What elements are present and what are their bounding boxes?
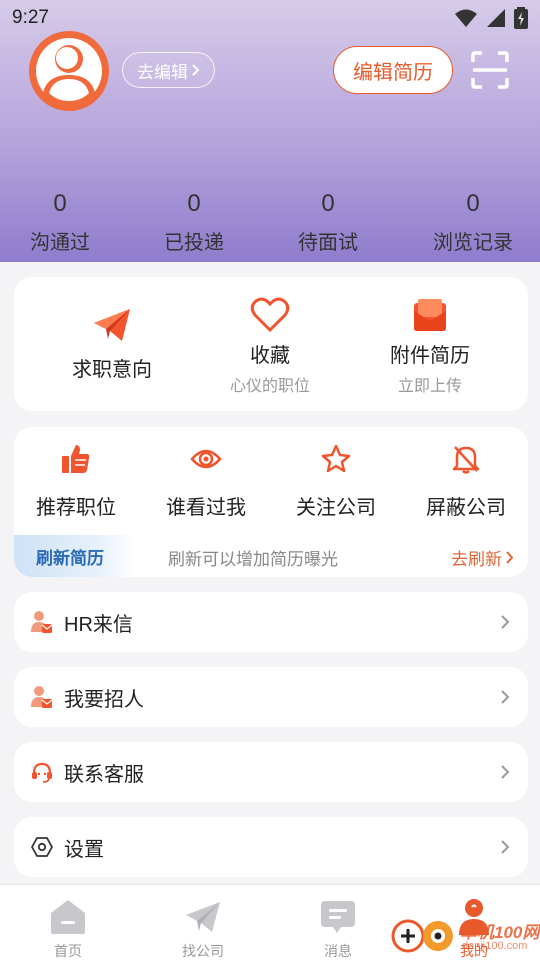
stat-value: 0 bbox=[466, 190, 480, 217]
who-viewed-me-button[interactable]: 谁看过我 bbox=[142, 441, 270, 520]
tab-messages[interactable]: 消息 bbox=[288, 897, 388, 960]
menu-label: 联系客服 bbox=[64, 763, 144, 786]
edit-profile-label: 去编辑 bbox=[137, 62, 188, 82]
refresh-description: 刷新可以增加简历曝光 bbox=[168, 550, 338, 569]
job-intent-button[interactable]: 求职意向 bbox=[62, 307, 162, 382]
stat-value: 0 bbox=[187, 190, 201, 217]
menu-customer-service[interactable]: 联系客服 bbox=[14, 742, 528, 802]
job-intent-label: 求职意向 bbox=[72, 359, 152, 381]
favorites-button[interactable]: 收藏 心仪的职位 bbox=[220, 297, 320, 396]
stat-label: 已投递 bbox=[164, 232, 224, 254]
person-mail-icon bbox=[31, 686, 53, 708]
menu-label: 设置 bbox=[64, 838, 104, 861]
headset-icon bbox=[32, 762, 52, 783]
eye-icon bbox=[190, 449, 222, 469]
watermark-url: danji100.com bbox=[462, 940, 528, 952]
chat-icon bbox=[321, 901, 355, 933]
recommended-jobs-button[interactable]: 推荐职位 bbox=[14, 441, 140, 520]
quick-actions-card: 求职意向 收藏 心仪的职位 附件简历 立即上传 bbox=[14, 277, 528, 411]
blocked-companies-button[interactable]: 屏蔽公司 bbox=[402, 441, 528, 520]
user-silhouette-icon bbox=[31, 33, 107, 109]
bell-off-icon bbox=[452, 446, 480, 474]
tab-find-company[interactable]: 找公司 bbox=[153, 897, 253, 960]
blocked-companies-label: 屏蔽公司 bbox=[426, 497, 506, 519]
stat-label: 浏览记录 bbox=[433, 232, 513, 254]
stat-label: 沟通过 bbox=[30, 232, 90, 254]
tools-card: 推荐职位 谁看过我 关注公司 屏蔽公司 刷新简历 刷新可以增加简历曝光 去刷新 bbox=[14, 427, 528, 577]
menu-label: HR来信 bbox=[64, 613, 133, 636]
tab-label: 消息 bbox=[324, 943, 352, 959]
attachment-resume-label: 附件简历 bbox=[390, 345, 470, 367]
hexagon-settings-icon bbox=[31, 837, 53, 857]
paper-plane-icon bbox=[186, 902, 220, 932]
refresh-resume-row[interactable]: 刷新简历 刷新可以增加简历曝光 去刷新 bbox=[14, 535, 528, 577]
paper-plane-icon bbox=[94, 309, 130, 341]
home-icon bbox=[51, 900, 85, 934]
stat-pending-interview[interactable]: 0 待面试 bbox=[268, 188, 388, 255]
stat-value: 0 bbox=[321, 190, 335, 217]
scan-icon[interactable] bbox=[470, 50, 510, 90]
favorites-label: 收藏 bbox=[250, 345, 290, 367]
recommended-jobs-label: 推荐职位 bbox=[36, 497, 116, 519]
avatar[interactable] bbox=[29, 31, 109, 111]
heart-icon bbox=[250, 297, 290, 333]
signal-icon bbox=[487, 9, 505, 27]
menu-settings[interactable]: 设置 bbox=[14, 817, 528, 877]
status-icons bbox=[454, 7, 528, 29]
edit-resume-button[interactable]: 编辑简历 bbox=[333, 46, 453, 94]
refresh-resume-tag: 刷新简历 bbox=[14, 535, 134, 577]
envelope-icon bbox=[414, 299, 446, 331]
tab-label: 找公司 bbox=[182, 943, 224, 959]
attachment-resume-button[interactable]: 附件简历 立即上传 bbox=[380, 297, 480, 396]
chevron-right-icon bbox=[501, 840, 510, 854]
refresh-action-label: 去刷新 bbox=[451, 550, 502, 569]
star-icon bbox=[321, 444, 351, 473]
who-viewed-me-label: 谁看过我 bbox=[166, 497, 246, 519]
stat-applied[interactable]: 0 已投递 bbox=[134, 188, 254, 255]
stat-communicated[interactable]: 0 沟通过 bbox=[0, 188, 120, 255]
menu-label: 我要招人 bbox=[64, 688, 144, 711]
chevron-right-icon bbox=[506, 551, 514, 564]
followed-companies-label: 关注公司 bbox=[296, 497, 376, 519]
stat-browse-history[interactable]: 0 浏览记录 bbox=[413, 188, 533, 255]
profile-header: 9:27 去编辑 编辑简历 0 沟通过 0 已投递 0 待面试 0 浏览记录 bbox=[0, 0, 540, 262]
wifi-icon bbox=[455, 9, 477, 27]
chevron-right-icon bbox=[501, 690, 510, 704]
chevron-right-icon bbox=[192, 64, 200, 76]
stat-value: 0 bbox=[53, 190, 67, 217]
person-mail-icon bbox=[31, 611, 53, 633]
battery-icon bbox=[514, 7, 528, 29]
followed-companies-button[interactable]: 关注公司 bbox=[272, 441, 400, 520]
status-bar: 9:27 bbox=[0, 0, 540, 36]
status-time: 9:27 bbox=[12, 7, 49, 28]
tab-home[interactable]: 首页 bbox=[18, 897, 118, 960]
stat-label: 待面试 bbox=[298, 232, 358, 254]
stats-row: 0 沟通过 0 已投递 0 待面试 0 浏览记录 bbox=[0, 188, 540, 258]
chevron-right-icon bbox=[501, 615, 510, 629]
refresh-action-link[interactable]: 去刷新 bbox=[451, 545, 514, 570]
menu-recruit[interactable]: 我要招人 bbox=[14, 667, 528, 727]
chevron-right-icon bbox=[501, 765, 510, 779]
edit-profile-link[interactable]: 去编辑 bbox=[122, 52, 215, 88]
tab-label: 首页 bbox=[54, 943, 82, 959]
menu-hr-letters[interactable]: HR来信 bbox=[14, 592, 528, 652]
thumbs-up-icon bbox=[62, 445, 90, 473]
favorites-subtitle: 心仪的职位 bbox=[229, 378, 310, 395]
attachment-resume-subtitle: 立即上传 bbox=[397, 378, 462, 395]
